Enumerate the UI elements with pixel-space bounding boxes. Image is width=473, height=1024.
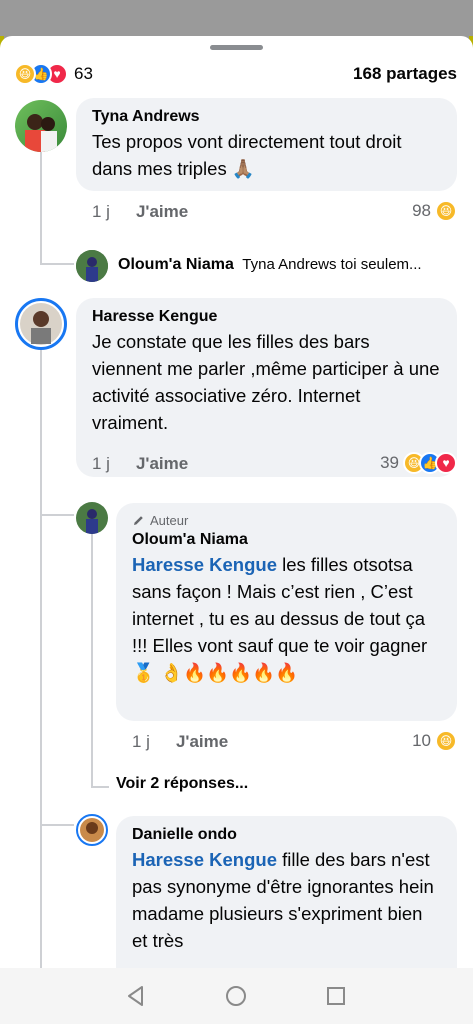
reaction-count: 63 bbox=[74, 64, 93, 83]
comment-reactions[interactable]: 10 😆 bbox=[412, 730, 457, 752]
avatar[interactable] bbox=[76, 250, 108, 282]
comment-author[interactable]: Oloum'a Niama bbox=[118, 256, 234, 273]
thread-line bbox=[40, 152, 42, 265]
reaction-count: 39 bbox=[380, 453, 399, 472]
recents-icon[interactable] bbox=[324, 984, 348, 1008]
pencil-icon bbox=[134, 515, 143, 525]
haha-icon: 😆 bbox=[14, 63, 36, 85]
thread-line bbox=[40, 348, 42, 968]
comment-time[interactable]: 1 j bbox=[92, 202, 110, 222]
comment-bubble[interactable]: Haresse Kengue Je constate que les fille… bbox=[76, 298, 457, 477]
avatar-photo-icon bbox=[76, 502, 108, 534]
comment-author[interactable]: Oloum'a Niama bbox=[132, 529, 441, 551]
comment-author[interactable]: Danielle ondo bbox=[132, 824, 441, 846]
avatar-photo-icon bbox=[80, 818, 104, 842]
thread-line bbox=[40, 263, 74, 265]
like-button[interactable]: J'aime bbox=[136, 454, 188, 474]
avatar-photo-icon bbox=[76, 250, 108, 282]
comment-text: Tes propos vont directement tout droit d… bbox=[92, 131, 402, 179]
avatar[interactable] bbox=[76, 502, 108, 534]
back-icon[interactable] bbox=[124, 984, 148, 1008]
drag-handle[interactable] bbox=[210, 45, 263, 50]
mention-link[interactable]: Haresse Kengue bbox=[132, 554, 277, 575]
comment-author[interactable]: Tyna Andrews bbox=[92, 106, 441, 128]
haha-icon: 😆 bbox=[435, 730, 457, 752]
avatar[interactable] bbox=[15, 100, 67, 152]
comment-bubble[interactable]: Danielle ondo Haresse Kengue fille des b… bbox=[116, 816, 457, 968]
like-button[interactable]: J'aime bbox=[136, 202, 188, 222]
collapsed-reply[interactable]: Oloum'a Niama Tyna Andrews toi seulem... bbox=[118, 256, 458, 274]
like-button[interactable]: J'aime bbox=[176, 732, 228, 752]
status-bar bbox=[0, 0, 473, 36]
comment-author[interactable]: Haresse Kengue bbox=[92, 306, 441, 328]
comment-actions: 1 j J'aime bbox=[132, 732, 228, 752]
comment-preview: Tyna Andrews toi seulem... bbox=[242, 256, 422, 273]
avatar-photo-icon bbox=[20, 303, 62, 345]
haha-icon: 😆 bbox=[435, 200, 457, 222]
reaction-summary[interactable]: 😆 👍 ♥ 63 bbox=[14, 62, 93, 86]
comment-reactions[interactable]: 98 😆 bbox=[412, 200, 457, 222]
shares-count[interactable]: 168 partages bbox=[353, 64, 457, 84]
thread-line bbox=[40, 514, 74, 516]
avatar[interactable] bbox=[15, 298, 67, 350]
reaction-count: 98 bbox=[412, 201, 431, 220]
reaction-count: 10 bbox=[412, 731, 431, 750]
comment-actions: 1 j J'aime bbox=[92, 202, 188, 222]
comment-reactions[interactable]: 39 😆 👍 ♥ bbox=[380, 452, 457, 474]
avatar[interactable] bbox=[76, 814, 108, 846]
mention-link[interactable]: Haresse Kengue bbox=[132, 849, 277, 870]
comment-bubble[interactable]: Tyna Andrews Tes propos vont directement… bbox=[76, 98, 457, 191]
comment-actions: 1 j J'aime bbox=[92, 454, 188, 474]
thread-line bbox=[91, 530, 93, 788]
home-icon[interactable] bbox=[224, 984, 248, 1008]
avatar-photo-icon bbox=[25, 114, 57, 152]
system-navigation-bar bbox=[0, 968, 473, 1024]
comments-sheet: 😆 👍 ♥ 63 168 partages Tyna Andrews Tes p… bbox=[0, 36, 473, 968]
comment-time[interactable]: 1 j bbox=[92, 454, 110, 474]
author-badge: Auteur bbox=[132, 511, 441, 529]
view-more-replies[interactable]: Voir 2 réponses... bbox=[116, 775, 248, 793]
comment-bubble[interactable]: Auteur Oloum'a Niama Haresse Kengue les … bbox=[116, 503, 457, 721]
thread-line bbox=[91, 786, 109, 788]
love-icon: ♥ bbox=[435, 452, 457, 474]
badge-label: Auteur bbox=[150, 512, 189, 528]
comment-time[interactable]: 1 j bbox=[132, 732, 150, 752]
thread-line bbox=[40, 824, 74, 826]
comment-text: Je constate que les filles des bars vien… bbox=[92, 331, 440, 433]
